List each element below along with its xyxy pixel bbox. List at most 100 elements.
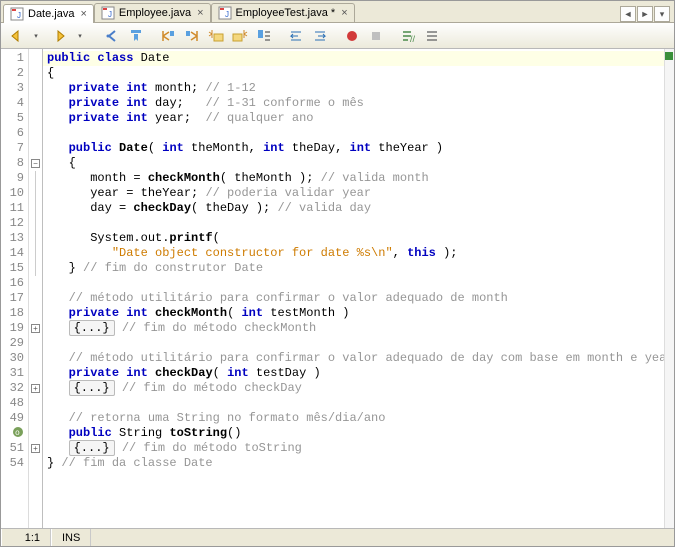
- fold-expand-icon[interactable]: +: [29, 381, 42, 396]
- code-line[interactable]: // método utilitário para confirmar o va…: [43, 351, 664, 366]
- toggle-bookmark-icon[interactable]: [125, 25, 147, 47]
- code-line[interactable]: } // fim do construtor Date: [43, 261, 664, 276]
- code-line[interactable]: public class Date: [43, 51, 664, 66]
- prev-bookmark-folder-icon[interactable]: [205, 25, 227, 47]
- fold-gutter-empty: [29, 276, 42, 291]
- line-number[interactable]: 4: [1, 96, 28, 111]
- code-line[interactable]: // método utilitário para confirmar o va…: [43, 291, 664, 306]
- code-line[interactable]: [43, 396, 664, 411]
- code-line[interactable]: [43, 276, 664, 291]
- tab-date-java[interactable]: J Date.java ×: [3, 4, 94, 23]
- close-tab-icon[interactable]: ×: [195, 7, 205, 19]
- start-macro-icon[interactable]: [341, 25, 363, 47]
- code-line[interactable]: {: [43, 156, 664, 171]
- line-number[interactable]: 6: [1, 126, 28, 141]
- back-icon[interactable]: [5, 25, 27, 47]
- close-tab-icon[interactable]: ×: [339, 7, 349, 19]
- code-line[interactable]: "Date object constructor for date %s\n",…: [43, 246, 664, 261]
- stop-macro-icon[interactable]: [365, 25, 387, 47]
- code-line[interactable]: private int year; // qualquer ano: [43, 111, 664, 126]
- shift-right-icon[interactable]: [309, 25, 331, 47]
- code-line[interactable]: {: [43, 66, 664, 81]
- tab-employeetest-java--[interactable]: J EmployeeTest.java * ×: [211, 3, 355, 22]
- line-number[interactable]: 13: [1, 231, 28, 246]
- bookmark-list-icon[interactable]: [253, 25, 275, 47]
- fold-gutter-empty: [29, 426, 42, 441]
- scroll-tabs-left-button[interactable]: ◄: [620, 6, 636, 22]
- svg-text:J: J: [17, 11, 21, 20]
- line-number[interactable]: 12: [1, 216, 28, 231]
- code-line[interactable]: private int checkDay( int testDay ): [43, 366, 664, 381]
- scroll-tabs-right-button[interactable]: ►: [637, 6, 653, 22]
- line-number[interactable]: 5: [1, 111, 28, 126]
- fold-expand-icon[interactable]: +: [29, 441, 42, 456]
- line-number[interactable]: 15: [1, 261, 28, 276]
- code-line[interactable]: [43, 216, 664, 231]
- code-editor[interactable]: public class Date{ private int month; //…: [43, 49, 664, 528]
- line-number[interactable]: 11: [1, 201, 28, 216]
- fold-expand-icon[interactable]: +: [29, 321, 42, 336]
- line-number[interactable]: 18: [1, 306, 28, 321]
- line-number-gutter: 1234567891011121314151617181929303132484…: [1, 49, 29, 528]
- uncomment-icon[interactable]: [421, 25, 443, 47]
- fold-gutter-empty: [29, 456, 42, 471]
- line-number[interactable]: 14: [1, 246, 28, 261]
- error-stripe[interactable]: [664, 49, 674, 528]
- override-marker-icon[interactable]: o: [1, 426, 28, 441]
- forward-icon[interactable]: [49, 25, 71, 47]
- line-number[interactable]: 51: [1, 441, 28, 456]
- line-number[interactable]: 3: [1, 81, 28, 96]
- code-line[interactable]: public String toString(): [43, 426, 664, 441]
- close-tab-icon[interactable]: ×: [78, 8, 88, 20]
- line-number[interactable]: 30: [1, 351, 28, 366]
- code-line[interactable]: private int day; // 1-31 conforme o mês: [43, 96, 664, 111]
- line-number[interactable]: 16: [1, 276, 28, 291]
- fold-gutter-empty: [29, 66, 42, 81]
- code-line[interactable]: private int month; // 1-12: [43, 81, 664, 96]
- code-line[interactable]: {...} // fim do método checkMonth: [43, 321, 664, 336]
- forward-history-dropdown[interactable]: ▾: [69, 25, 91, 47]
- insert-mode[interactable]: INS: [51, 529, 91, 546]
- line-number[interactable]: 32: [1, 381, 28, 396]
- code-line[interactable]: year = theYear; // poderia validar year: [43, 186, 664, 201]
- code-line[interactable]: public Date( int theMonth, int theDay, i…: [43, 141, 664, 156]
- code-line[interactable]: System.out.printf(: [43, 231, 664, 246]
- fold-guide: [29, 231, 42, 246]
- fold-gutter-empty: [29, 396, 42, 411]
- comment-icon[interactable]: //: [397, 25, 419, 47]
- code-line[interactable]: {...} // fim do método checkDay: [43, 381, 664, 396]
- code-line[interactable]: private int checkMonth( int testMonth ): [43, 306, 664, 321]
- line-number[interactable]: 9: [1, 171, 28, 186]
- code-line[interactable]: } // fim da classe Date: [43, 456, 664, 471]
- line-number[interactable]: 54: [1, 456, 28, 471]
- line-number[interactable]: 31: [1, 366, 28, 381]
- shift-left-icon[interactable]: [285, 25, 307, 47]
- line-number[interactable]: 29: [1, 336, 28, 351]
- line-number[interactable]: 19: [1, 321, 28, 336]
- line-number[interactable]: 10: [1, 186, 28, 201]
- tab-list-dropdown[interactable]: ▾: [654, 6, 670, 22]
- code-line[interactable]: [43, 126, 664, 141]
- line-number[interactable]: 48: [1, 396, 28, 411]
- code-line[interactable]: month = checkMonth( theMonth ); // valid…: [43, 171, 664, 186]
- next-bookmark-folder-icon[interactable]: [229, 25, 251, 47]
- code-line[interactable]: day = checkDay( theDay ); // valida day: [43, 201, 664, 216]
- line-number[interactable]: 17: [1, 291, 28, 306]
- back-history-dropdown[interactable]: ▾: [25, 25, 47, 47]
- line-number[interactable]: 49: [1, 411, 28, 426]
- line-number[interactable]: 8: [1, 156, 28, 171]
- next-bookmark-icon[interactable]: [181, 25, 203, 47]
- cursor-position[interactable]: 1:1: [1, 529, 51, 546]
- code-line[interactable]: {...} // fim do método toString: [43, 441, 664, 456]
- code-line[interactable]: [43, 336, 664, 351]
- tab-employee-java[interactable]: J Employee.java ×: [94, 3, 211, 22]
- line-number[interactable]: 1: [1, 51, 28, 66]
- fold-gutter: − + + +: [29, 49, 43, 528]
- java-file-icon: J: [101, 6, 115, 20]
- last-edit-icon[interactable]: [101, 25, 123, 47]
- fold-collapse-icon[interactable]: −: [29, 156, 42, 171]
- prev-bookmark-icon[interactable]: [157, 25, 179, 47]
- line-number[interactable]: 7: [1, 141, 28, 156]
- code-line[interactable]: // retorna uma String no formato mês/dia…: [43, 411, 664, 426]
- line-number[interactable]: 2: [1, 66, 28, 81]
